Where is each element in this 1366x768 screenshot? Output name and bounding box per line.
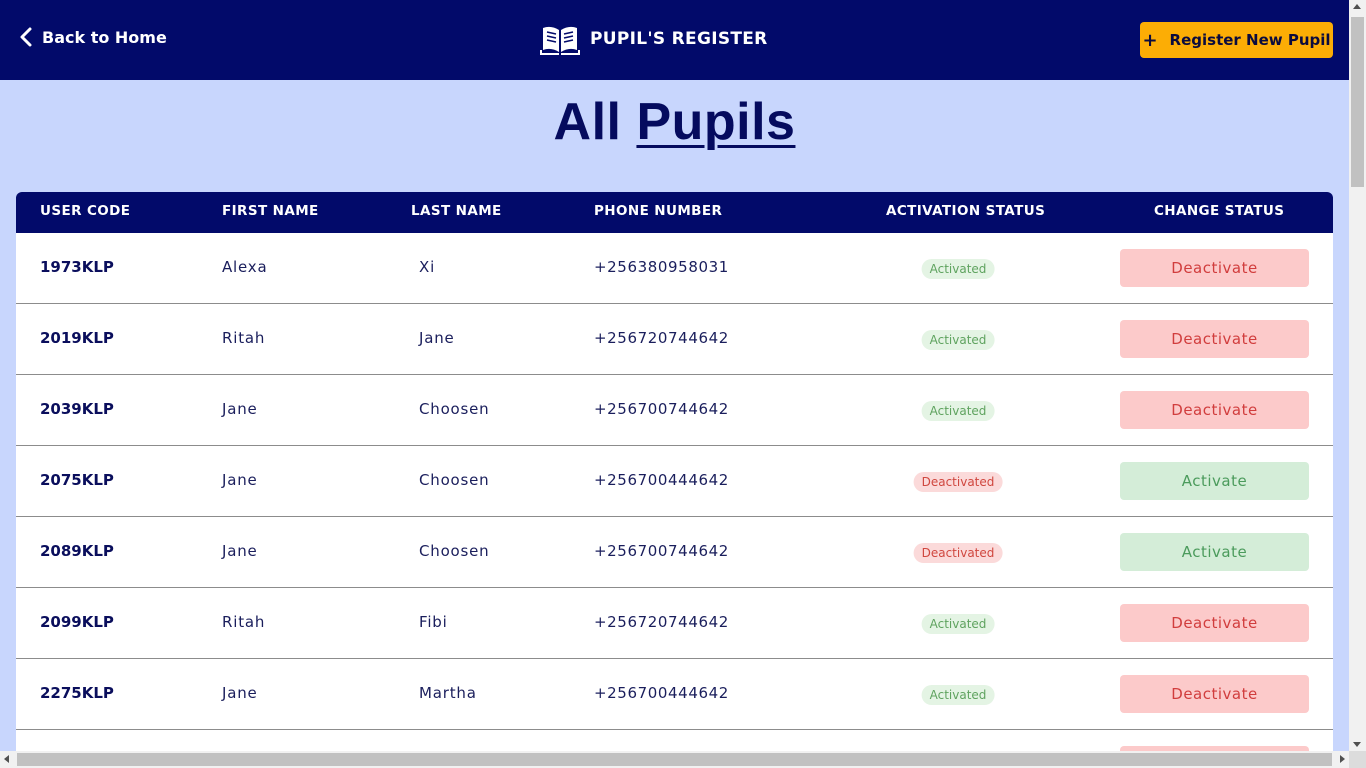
phone-number-cell: +256700744642 xyxy=(594,400,729,418)
phone-number-cell: +256720744642 xyxy=(594,329,729,347)
column-header-activation-status: ACTIVATION STATUS xyxy=(886,203,1046,219)
last-name-cell: Jane xyxy=(419,329,455,347)
register-new-pupil-button[interactable]: + Register New Pupil xyxy=(1140,22,1333,58)
back-to-home-link[interactable]: Back to Home xyxy=(18,26,167,48)
status-badge: Activated xyxy=(921,614,995,634)
user-code-cell: 1973KLP xyxy=(40,258,114,276)
register-button-label: Register New Pupil xyxy=(1169,31,1331,49)
table-row: 1973KLP Alexa Xi +256380958031 Activated… xyxy=(16,233,1333,304)
deactivate-button[interactable]: Deactivate xyxy=(1120,320,1309,358)
status-badge: Deactivated xyxy=(913,472,1003,492)
last-name-cell: Martha xyxy=(419,684,477,702)
scrollbar-corner xyxy=(1349,751,1366,768)
user-code-cell: 2089KLP xyxy=(40,542,114,560)
phone-number-cell: +256720744642 xyxy=(594,613,729,631)
brand-title: PUPIL'S REGISTER xyxy=(590,29,768,49)
status-badge: Activated xyxy=(921,401,995,421)
table-row: 2039KLP Jane Choosen +256700744642 Activ… xyxy=(16,375,1333,446)
column-header-change-status: CHANGE STATUS xyxy=(1154,203,1285,219)
column-header-phone-number: PHONE NUMBER xyxy=(594,203,723,219)
scroll-up-arrow-icon[interactable] xyxy=(1353,4,1361,9)
phone-number-cell: +256700444642 xyxy=(594,684,729,702)
deactivate-button[interactable]: Deactivate xyxy=(1120,604,1309,642)
top-navbar: Back to Home PUPIL'S REGISTER + Register… xyxy=(0,0,1349,80)
phone-number-cell: +256700444642 xyxy=(594,471,729,489)
table-row: 2075KLP Jane Choosen +256700444642 Deact… xyxy=(16,446,1333,517)
phone-number-cell: +256380958031 xyxy=(594,258,729,276)
last-name-cell: Choosen xyxy=(419,542,490,560)
scroll-down-arrow-icon[interactable] xyxy=(1353,742,1361,747)
back-link-label: Back to Home xyxy=(42,27,167,47)
column-header-last-name: LAST NAME xyxy=(411,203,502,219)
page-title: All Pupils xyxy=(0,92,1349,152)
column-header-user-code: USER CODE xyxy=(40,203,131,219)
last-name-cell: Fibi xyxy=(419,613,448,631)
status-badge: Activated xyxy=(921,685,995,705)
user-code-cell: 2075KLP xyxy=(40,471,114,489)
activate-button[interactable]: Activate xyxy=(1120,533,1309,571)
horizontal-scrollbar[interactable] xyxy=(0,751,1349,768)
user-code-cell: 2275KLP xyxy=(40,684,114,702)
pupils-table: USER CODE FIRST NAME LAST NAME PHONE NUM… xyxy=(16,192,1333,751)
first-name-cell: Alexa xyxy=(222,258,268,276)
deactivate-button[interactable]: Deactivate xyxy=(1120,391,1309,429)
table-header: USER CODE FIRST NAME LAST NAME PHONE NUM… xyxy=(16,192,1333,233)
column-header-first-name: FIRST NAME xyxy=(222,203,319,219)
page-title-word1: All xyxy=(553,93,622,151)
first-name-cell: Jane xyxy=(222,542,258,560)
horizontal-scroll-thumb[interactable] xyxy=(17,753,1332,766)
vertical-scrollbar[interactable] xyxy=(1349,0,1366,751)
table-row-partial xyxy=(16,730,1333,751)
table-row: 2089KLP Jane Choosen +256700744642 Deact… xyxy=(16,517,1333,588)
chevron-left-icon xyxy=(20,27,32,47)
status-badge: Deactivated xyxy=(913,543,1003,563)
first-name-cell: Jane xyxy=(222,400,258,418)
first-name-cell: Ritah xyxy=(222,329,266,347)
table-row: 2099KLP Ritah Fibi +256720744642 Activat… xyxy=(16,588,1333,659)
deactivate-button[interactable]: Deactivate xyxy=(1120,249,1309,287)
plus-icon: + xyxy=(1142,29,1158,51)
table-row: 2019KLP Ritah Jane +256720744642 Activat… xyxy=(16,304,1333,375)
phone-number-cell: +256700744642 xyxy=(594,542,729,560)
vertical-scroll-thumb[interactable] xyxy=(1351,17,1364,187)
user-code-cell: 2039KLP xyxy=(40,400,114,418)
first-name-cell: Jane xyxy=(222,471,258,489)
status-badge: Activated xyxy=(921,259,995,279)
activate-button[interactable]: Activate xyxy=(1120,462,1309,500)
page-viewport: Back to Home PUPIL'S REGISTER + Register… xyxy=(0,0,1349,751)
table-row: 2275KLP Jane Martha +256700444642 Activa… xyxy=(16,659,1333,730)
last-name-cell: Choosen xyxy=(419,471,490,489)
last-name-cell: Choosen xyxy=(419,400,490,418)
scroll-right-arrow-icon[interactable] xyxy=(1340,755,1345,763)
scroll-left-arrow-icon[interactable] xyxy=(4,755,9,763)
status-badge: Activated xyxy=(921,330,995,350)
first-name-cell: Ritah xyxy=(222,613,266,631)
first-name-cell: Jane xyxy=(222,684,258,702)
open-book-icon xyxy=(540,26,580,55)
page-title-word2: Pupils xyxy=(636,93,796,151)
user-code-cell: 2019KLP xyxy=(40,329,114,347)
deactivate-button[interactable]: Deactivate xyxy=(1120,675,1309,713)
brand: PUPIL'S REGISTER xyxy=(540,22,768,56)
user-code-cell: 2099KLP xyxy=(40,613,114,631)
last-name-cell: Xi xyxy=(419,258,436,276)
